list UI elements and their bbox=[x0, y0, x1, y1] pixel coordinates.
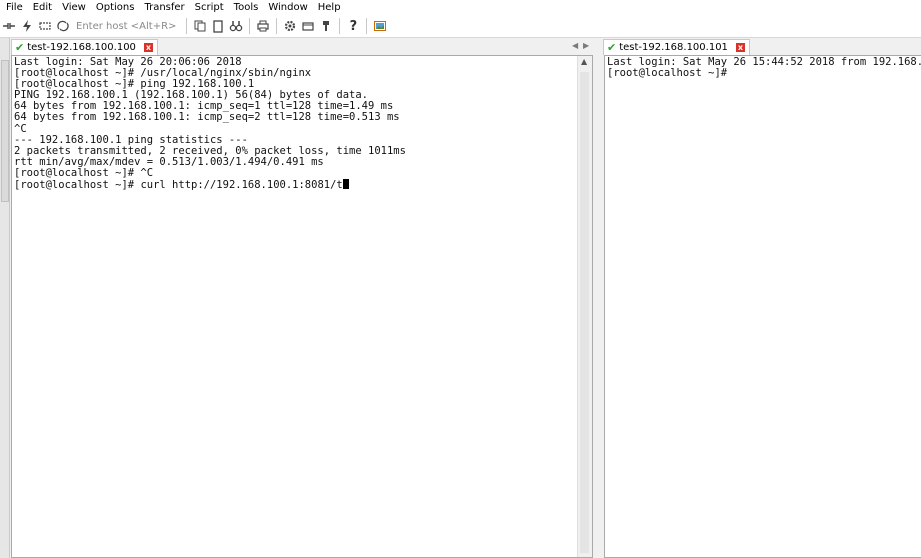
terminal-output: Last login: Sat May 26 15:44:52 2018 fro… bbox=[605, 56, 921, 79]
left-vertical-scrollbar[interactable]: ▲ bbox=[577, 56, 592, 557]
screenshot-icon[interactable] bbox=[372, 18, 388, 34]
toolbar-separator bbox=[186, 18, 188, 34]
toolbar-separator bbox=[276, 18, 278, 34]
session-options-icon[interactable] bbox=[300, 18, 316, 34]
menu-tools[interactable]: Tools bbox=[229, 0, 264, 15]
menu-window[interactable]: Window bbox=[263, 0, 312, 15]
right-session-pane: ✔ test-192.168.100.101 x Last login: Sat… bbox=[603, 38, 921, 558]
reconnect-icon[interactable] bbox=[55, 18, 71, 34]
menu-file[interactable]: File bbox=[0, 0, 28, 15]
help-icon[interactable]: ? bbox=[345, 18, 361, 34]
session-manager-tab[interactable] bbox=[1, 60, 9, 202]
menu-edit[interactable]: Edit bbox=[28, 0, 57, 15]
connected-check-icon: ✔ bbox=[607, 41, 617, 54]
left-terminal[interactable]: Last login: Sat May 26 20:06:06 2018 [ro… bbox=[11, 55, 593, 558]
quick-connect-icon[interactable] bbox=[19, 18, 35, 34]
terminal-line: 64 bytes from 192.168.100.1: icmp_seq=2 … bbox=[14, 111, 400, 124]
enter-host-field[interactable]: Enter host <Alt+R> bbox=[76, 21, 176, 32]
menu-options[interactable]: Options bbox=[91, 0, 140, 15]
text-cursor bbox=[342, 179, 349, 190]
tab-close-icon[interactable]: x bbox=[143, 43, 153, 52]
keymap-icon[interactable] bbox=[318, 18, 334, 34]
terminal-output: Last login: Sat May 26 20:06:06 2018 [ro… bbox=[12, 56, 592, 191]
toolbar: Enter host <Alt+R> ? bbox=[0, 15, 921, 38]
scroll-thumb[interactable] bbox=[580, 72, 589, 553]
tab-scroll-right-icon[interactable]: ▶ bbox=[583, 41, 589, 50]
connected-check-icon: ✔ bbox=[15, 41, 25, 54]
toolbar-separator bbox=[366, 18, 368, 34]
toolbar-separator bbox=[339, 18, 341, 34]
tab-left-session[interactable]: ✔ test-192.168.100.100 x bbox=[11, 39, 158, 55]
pane-splitter[interactable] bbox=[593, 38, 603, 558]
tab-right-session[interactable]: ✔ test-192.168.100.101 x bbox=[603, 39, 750, 55]
right-tab-bar: ✔ test-192.168.100.101 x bbox=[603, 38, 921, 55]
menu-bar: File Edit View Options Transfer Script T… bbox=[0, 0, 921, 15]
tab-close-icon[interactable]: x bbox=[735, 43, 745, 52]
session-manager-strip[interactable] bbox=[0, 38, 10, 558]
copy-icon[interactable] bbox=[192, 18, 208, 34]
tab-title: test-192.168.100.101 bbox=[619, 42, 728, 53]
find-icon[interactable] bbox=[228, 18, 244, 34]
print-icon[interactable] bbox=[255, 18, 271, 34]
connect-in-tab-icon[interactable] bbox=[37, 18, 53, 34]
toolbar-separator bbox=[249, 18, 251, 34]
menu-help[interactable]: Help bbox=[313, 0, 346, 15]
terminal-line: [root@localhost ~]# ^C bbox=[14, 166, 154, 179]
right-terminal[interactable]: Last login: Sat May 26 15:44:52 2018 fro… bbox=[604, 55, 921, 558]
connect-icon[interactable] bbox=[1, 18, 17, 34]
tab-title: test-192.168.100.100 bbox=[27, 42, 136, 53]
left-session-pane: ✔ test-192.168.100.100 x ◀ ▶ Last login:… bbox=[10, 38, 593, 558]
terminal-current-command[interactable]: curl http://192.168.100.1:8081/t bbox=[140, 179, 342, 191]
settings-gear-icon[interactable] bbox=[282, 18, 298, 34]
terminal-line: [root@localhost ~]# bbox=[607, 67, 728, 80]
menu-view[interactable]: View bbox=[57, 0, 91, 15]
left-tab-bar: ✔ test-192.168.100.100 x ◀ ▶ bbox=[10, 38, 593, 55]
scroll-up-icon[interactable]: ▲ bbox=[581, 57, 587, 66]
menu-script[interactable]: Script bbox=[190, 0, 229, 15]
terminal-prompt: [root@localhost ~]# bbox=[14, 179, 141, 192]
paste-icon[interactable] bbox=[210, 18, 226, 34]
tab-scroll-left-icon[interactable]: ◀ bbox=[572, 41, 578, 50]
menu-transfer[interactable]: Transfer bbox=[139, 0, 189, 15]
